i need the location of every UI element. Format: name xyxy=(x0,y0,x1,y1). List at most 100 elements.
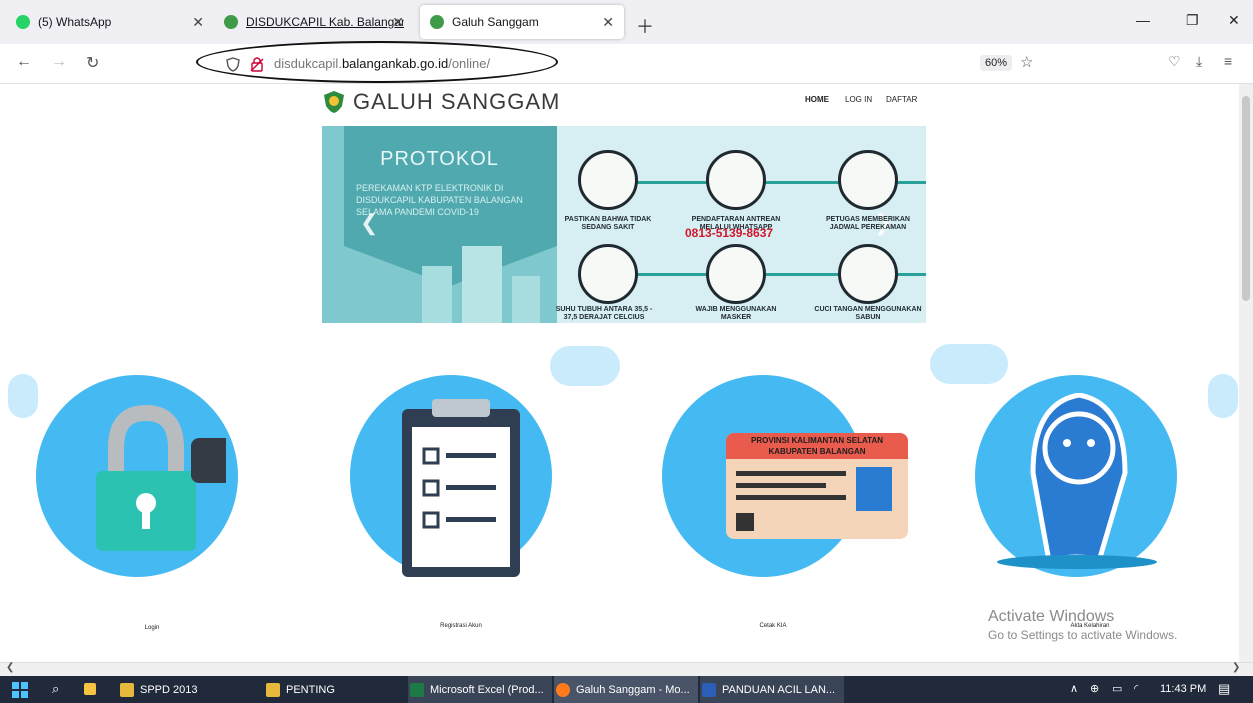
banner-subtitle: PEREKAMAN KTP ELEKTRONIK DI DISDUKCAPIL … xyxy=(356,183,523,217)
close-window-icon[interactable]: ✕ xyxy=(1228,12,1240,29)
wifi-icon[interactable]: ◜ xyxy=(1134,682,1138,695)
banner-title: PROTOKOL xyxy=(380,148,499,170)
building-shape xyxy=(422,266,452,323)
feature-label-cetak-kia[interactable]: Cetak KIA xyxy=(733,623,813,630)
baby-icon xyxy=(1030,393,1128,563)
menu-icon[interactable]: ≡ xyxy=(1224,53,1232,69)
screen: (5) WhatsApp ✕ DISDUKCAPIL Kab. Balangan… xyxy=(0,0,1253,703)
tray-chevron-icon[interactable]: ∧ xyxy=(1070,682,1078,695)
protocol-banner: PROTOKOL PEREKAMAN KTP ELEKTRONIK DI DIS… xyxy=(322,126,926,323)
whatsapp-number: 0813-5139-8637 xyxy=(685,226,774,240)
scroll-right-icon[interactable]: ❯ xyxy=(1232,662,1240,673)
feature-registrasi[interactable] xyxy=(350,375,552,577)
step-label: WAJIB MENGGUNAKAN MASKER xyxy=(695,306,777,321)
scroll-thumb[interactable] xyxy=(1242,96,1250,301)
close-tab-icon[interactable]: ✕ xyxy=(192,14,204,31)
whatsapp-icon xyxy=(16,15,30,29)
step-phone-icon xyxy=(706,150,766,210)
store-icon[interactable] xyxy=(84,683,96,695)
menu-daftar[interactable]: DAFTAR xyxy=(886,95,917,104)
tab-title: DISDUKCAPIL Kab. Balangan xyxy=(246,15,404,29)
taskbar-item-firefox[interactable]: Galuh Sanggam - Mo... xyxy=(554,676,698,703)
scroll-left-icon[interactable]: ❮ xyxy=(6,662,14,673)
close-tab-icon[interactable]: ✕ xyxy=(392,14,404,31)
vertical-scrollbar[interactable] xyxy=(1239,84,1253,662)
step-calendar-icon xyxy=(838,150,898,210)
restore-icon[interactable]: ❐ xyxy=(1186,12,1199,29)
cloud-shape xyxy=(8,374,38,418)
menu-login[interactable]: LOG IN xyxy=(845,95,872,104)
shadow-shape xyxy=(997,555,1157,569)
folder-icon xyxy=(266,682,280,697)
word-icon xyxy=(702,682,716,697)
site-logo[interactable]: GALUH SANGGAM xyxy=(323,89,560,115)
cloud-shape xyxy=(930,344,1008,384)
ktp-card-header: PROVINSI KALIMANTAN SELATAN KABUPATEN BA… xyxy=(726,433,908,459)
building-shape xyxy=(512,276,540,323)
building-shape xyxy=(462,246,502,323)
tab-title: (5) WhatsApp xyxy=(38,15,112,29)
tab-galuh-sanggam[interactable]: Galuh Sanggam ✕ xyxy=(420,5,624,39)
close-tab-icon[interactable]: ✕ xyxy=(602,14,614,31)
step-label: SUHU TUBUH ANTARA 35,5 - 37,5 DERAJAT CE… xyxy=(555,306,653,321)
taskbar-item-penting[interactable]: PENTING xyxy=(264,676,394,703)
step-mask-icon xyxy=(706,244,766,304)
minimize-icon[interactable]: — xyxy=(1136,12,1150,28)
clock[interactable]: 11:43 PM xyxy=(1160,683,1206,695)
ktp-line xyxy=(736,495,846,500)
clipboard-icon xyxy=(402,399,520,577)
feature-login[interactable] xyxy=(36,375,238,577)
watermark-line2: Go to Settings to activate Windows. xyxy=(988,628,1178,642)
taskbar-item-sppd[interactable]: SPPD 2013 xyxy=(118,676,248,703)
step-healthy-icon xyxy=(578,150,638,210)
firefox-icon xyxy=(556,682,570,697)
menu-home[interactable]: HOME xyxy=(805,95,829,104)
web-page: GALUH SANGGAM HOME LOG IN DAFTAR PROTOKO… xyxy=(0,84,1239,662)
ktp-regency: KABUPATEN BALANGAN xyxy=(768,447,866,456)
reload-icon[interactable]: ↻ xyxy=(86,53,99,73)
site-title: GALUH SANGGAM xyxy=(353,89,561,114)
taskbar-item-word[interactable]: PANDUAN ACIL LAN... xyxy=(700,676,844,703)
search-icon[interactable]: ⌕ xyxy=(52,681,59,697)
taskbar-label: PANDUAN ACIL LAN... xyxy=(722,683,836,696)
taskbar-label: PENTING xyxy=(286,683,335,696)
taskbar-label: SPPD 2013 xyxy=(140,683,198,696)
step-label: PETUGAS MEMBERIKAN JADWAL PEREKAMAN xyxy=(825,216,910,231)
pocket-icon[interactable]: ♡ xyxy=(1168,53,1181,70)
downloads-icon[interactable]: ⤓ xyxy=(1196,53,1202,70)
network-icon[interactable]: ⊕ xyxy=(1090,682,1099,695)
annotation-ellipse xyxy=(196,41,558,83)
folder-icon xyxy=(120,682,134,697)
ktp-chip xyxy=(736,513,754,531)
carousel-prev-icon[interactable]: ❮ xyxy=(360,210,378,236)
horizontal-scrollbar[interactable]: ❮ ❯ xyxy=(0,662,1253,676)
bookmark-star-icon[interactable]: ☆ xyxy=(1020,53,1033,71)
tab-disdukcapil[interactable]: DISDUKCAPIL Kab. Balangan ✕ xyxy=(214,5,414,39)
step-label: CUCI TANGAN MENGGUNAKAN SABUN xyxy=(814,306,922,321)
step-handwash-icon xyxy=(838,244,898,304)
forward-icon[interactable]: → xyxy=(51,53,67,71)
back-icon[interactable]: ← xyxy=(16,53,32,71)
ktp-card-illustration: PROVINSI KALIMANTAN SELATAN KABUPATEN BA… xyxy=(726,433,908,539)
emblem-icon xyxy=(324,91,344,113)
tab-whatsapp[interactable]: (5) WhatsApp ✕ xyxy=(6,5,214,39)
excel-icon xyxy=(410,682,424,697)
site-emblem-icon xyxy=(430,15,444,29)
tab-bar: (5) WhatsApp ✕ DISDUKCAPIL Kab. Balangan… xyxy=(0,0,1253,44)
windows-start-icon[interactable] xyxy=(12,682,28,698)
notification-icon[interactable]: ▤ xyxy=(1218,681,1230,697)
feature-label-login[interactable]: Login xyxy=(112,625,192,632)
ktp-line xyxy=(736,483,826,488)
windows-activation-watermark: Activate Windows Go to Settings to activ… xyxy=(988,608,1177,642)
feature-akta-kelahiran[interactable] xyxy=(975,375,1177,577)
zoom-level[interactable]: 60% xyxy=(980,55,1013,71)
taskbar-item-excel[interactable]: Microsoft Excel (Prod... xyxy=(408,676,552,703)
tab-title: Galuh Sanggam xyxy=(452,15,539,29)
ktp-line xyxy=(736,471,846,476)
site-emblem-icon xyxy=(224,15,238,29)
battery-icon[interactable]: ▭ xyxy=(1112,682,1122,695)
feature-label-registrasi[interactable]: Registrasi Akun xyxy=(421,623,501,630)
new-tab-icon[interactable]: ＋ xyxy=(636,13,654,39)
step-thermometer-icon xyxy=(578,244,638,304)
cloud-shape xyxy=(1208,374,1238,418)
